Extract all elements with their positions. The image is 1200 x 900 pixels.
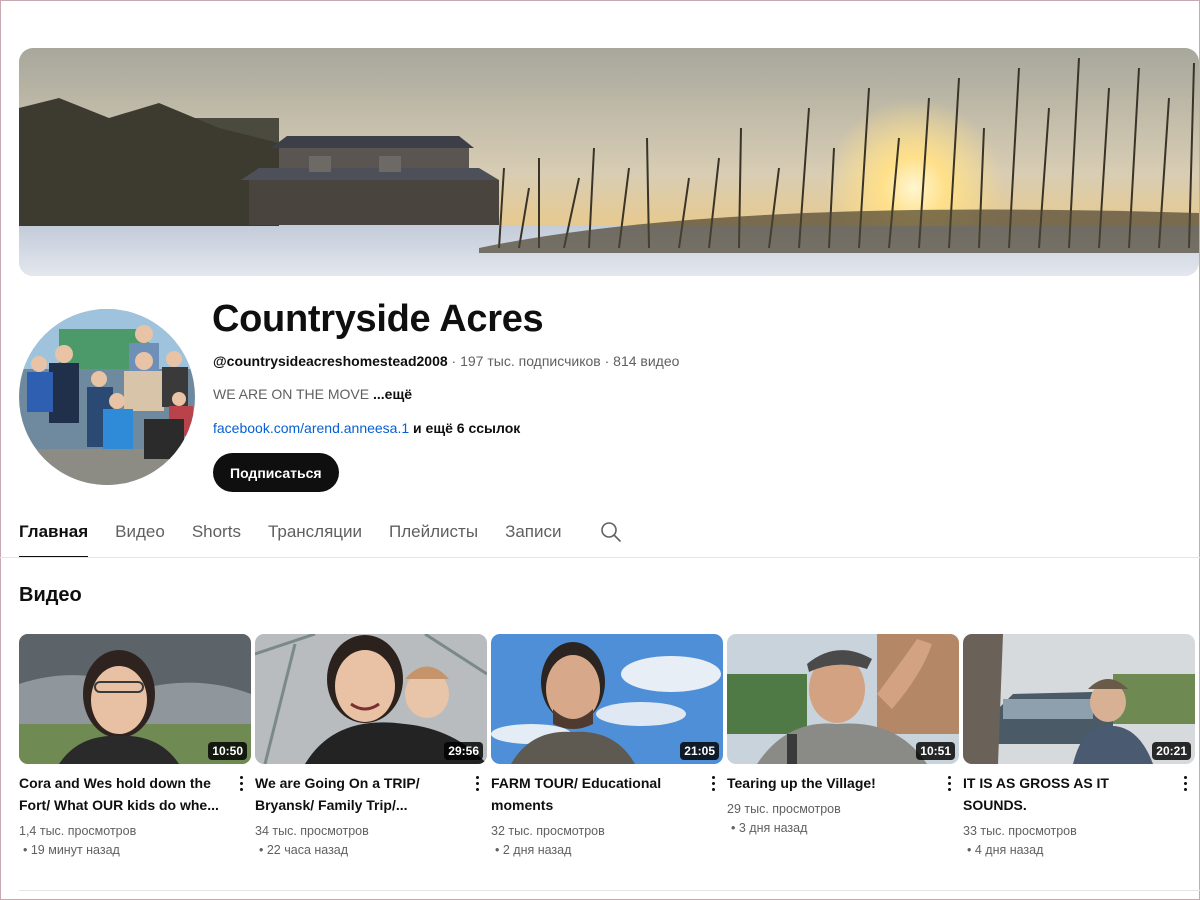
tab-shorts[interactable]: Shorts <box>192 510 241 558</box>
channel-tabs: Главная Видео Shorts Трансляции Плейлист… <box>19 510 623 558</box>
video-age: • 2 дня назад <box>495 843 572 857</box>
video-views: 32 тыс. просмотров <box>491 824 605 838</box>
subscriber-count: 197 тыс. подписчиков <box>460 353 601 369</box>
meta-separator: · <box>447 353 461 369</box>
video-duration: 29:56 <box>444 742 483 760</box>
tab-playlists[interactable]: Плейлисты <box>389 510 478 558</box>
channel-links: facebook.com/arend.anneesa.1 и ещё 6 ссы… <box>213 420 520 436</box>
video-views: 1,4 тыс. просмотров <box>19 824 137 838</box>
video-count: 814 видео <box>613 353 680 369</box>
channel-handle: @countrysideacreshomestead2008 <box>213 353 448 369</box>
tab-home[interactable]: Главная <box>19 510 89 558</box>
more-options-icon[interactable] <box>1177 772 1193 794</box>
section-title: Видео <box>19 584 82 606</box>
tabs-divider <box>0 557 1200 558</box>
video-duration: 10:50 <box>208 742 247 760</box>
video-views: 33 тыс. просмотров <box>963 824 1077 838</box>
video-title[interactable]: We are Going On a TRIP/ Bryansk/ Family … <box>255 772 460 816</box>
video-thumbnail[interactable]: 20:21 <box>963 634 1195 764</box>
more-links-button[interactable]: и ещё 6 ссылок <box>413 420 520 436</box>
channel-meta: @countrysideacreshomestead2008 · 197 тыс… <box>213 353 679 369</box>
search-icon[interactable] <box>599 520 623 544</box>
video-card[interactable]: 10:51 Tearing up the Village! 29 тыс. пр… <box>727 634 959 838</box>
video-thumbnail[interactable]: 21:05 <box>491 634 723 764</box>
more-options-icon[interactable] <box>469 772 485 794</box>
more-options-icon[interactable] <box>705 772 721 794</box>
video-card[interactable]: 20:21 IT IS AS GROSS AS IT SOUNDS. 33 ты… <box>963 634 1195 860</box>
description-more-link[interactable]: ...ещё <box>373 386 412 402</box>
video-age: • 22 часа назад <box>259 843 349 857</box>
section-divider <box>19 890 1200 891</box>
video-duration: 20:21 <box>1152 742 1191 760</box>
video-title[interactable]: Cora and Wes hold down the Fort/ What OU… <box>19 772 224 816</box>
video-duration: 10:51 <box>916 742 955 760</box>
tab-videos[interactable]: Видео <box>115 510 165 558</box>
video-age: • 4 дня назад <box>967 843 1044 857</box>
channel-description[interactable]: WE ARE ON THE MOVE ...ещё <box>213 386 412 402</box>
video-age: • 19 минут назад <box>23 843 120 857</box>
video-duration: 21:05 <box>680 742 719 760</box>
channel-avatar[interactable] <box>19 309 195 485</box>
more-options-icon[interactable] <box>233 772 249 794</box>
meta-separator: · <box>600 353 614 369</box>
video-thumbnail[interactable]: 10:51 <box>727 634 959 764</box>
tab-live[interactable]: Трансляции <box>268 510 362 558</box>
video-views: 34 тыс. просмотров <box>255 824 369 838</box>
facebook-link[interactable]: facebook.com/arend.anneesa.1 <box>213 420 409 436</box>
video-title[interactable]: Tearing up the Village! <box>727 772 932 794</box>
channel-banner <box>19 48 1199 276</box>
video-title[interactable]: IT IS AS GROSS AS IT SOUNDS. <box>963 772 1168 816</box>
tab-posts[interactable]: Записи <box>505 510 561 558</box>
video-thumbnail[interactable]: 29:56 <box>255 634 487 764</box>
video-views: 29 тыс. просмотров <box>727 802 841 816</box>
subscribe-button[interactable]: Подписаться <box>213 453 339 492</box>
video-card[interactable]: 10:50 Cora and Wes hold down the Fort/ W… <box>19 634 251 860</box>
video-card[interactable]: 29:56 We are Going On a TRIP/ Bryansk/ F… <box>255 634 487 860</box>
channel-name: Countryside Acres <box>212 298 544 340</box>
video-thumbnail[interactable]: 10:50 <box>19 634 251 764</box>
video-title[interactable]: FARM TOUR/ Educational moments <box>491 772 696 816</box>
description-text: WE ARE ON THE MOVE <box>213 386 370 402</box>
more-options-icon[interactable] <box>941 772 957 794</box>
video-age: • 3 дня назад <box>731 821 808 835</box>
video-card[interactable]: 21:05 FARM TOUR/ Educational moments 32 … <box>491 634 723 860</box>
